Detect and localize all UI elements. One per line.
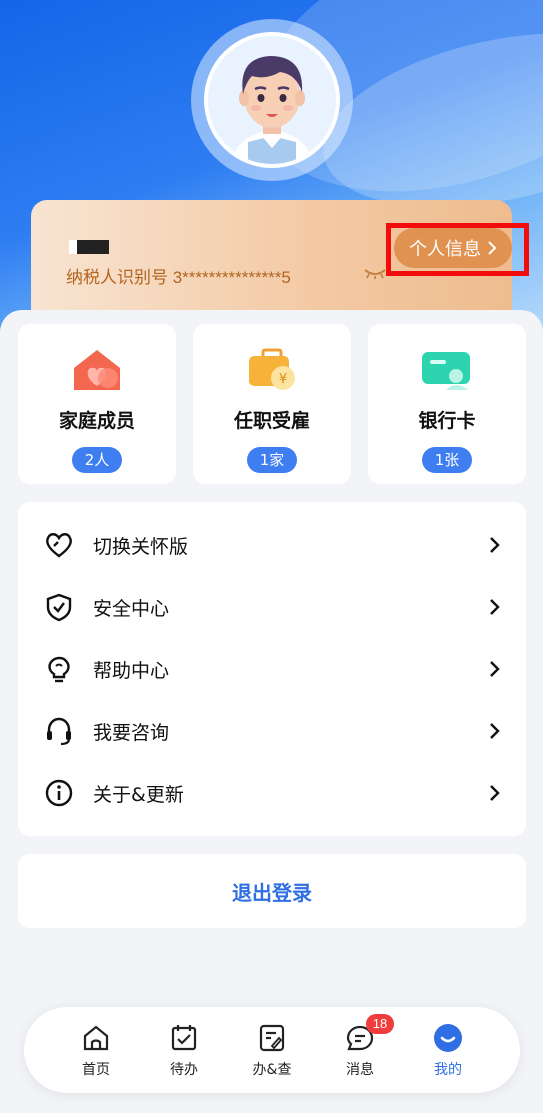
tab-label: 首页 (82, 1062, 110, 1078)
tab-home[interactable]: 首页 (66, 1023, 126, 1083)
menu-item-security-center[interactable]: 安全中心 (18, 576, 526, 638)
shield-check-icon (46, 593, 72, 622)
menu-label: 安全中心 (93, 597, 170, 620)
house-heart-icon (74, 350, 120, 390)
avatar-illustration (208, 36, 336, 164)
tile-title: 任职受雇 (233, 410, 310, 432)
chevron-right-icon (490, 785, 500, 801)
menu-label: 我要咨询 (93, 721, 170, 744)
unread-badge: 18 (366, 1014, 394, 1034)
chevron-right-icon (490, 537, 500, 553)
bottom-tab-bar: 首页 待办 办&查 消息 18 我的 (24, 1007, 520, 1093)
chevron-right-icon (490, 723, 500, 739)
tile-badge: 2人 (71, 447, 123, 473)
bank-card-icon (422, 352, 470, 390)
calendar-check-icon (171, 1025, 197, 1051)
menu-item-care-mode[interactable]: 切换关怀版 (18, 514, 526, 576)
tile-badge: 1家 (246, 447, 298, 473)
avatar[interactable] (204, 32, 340, 168)
tile-title: 家庭成员 (58, 410, 135, 432)
tile-bank-card[interactable]: 银行卡 1张 (368, 324, 526, 484)
home-icon (83, 1025, 109, 1051)
menu-label: 关于&更新 (93, 783, 184, 806)
heart-icon (46, 533, 72, 558)
chevron-right-icon (490, 599, 500, 615)
avatar-ring (191, 19, 353, 181)
briefcase-yuan-icon: ¥ (249, 348, 295, 390)
tile-title: 银行卡 (418, 410, 476, 432)
tab-label: 办&查 (252, 1062, 292, 1078)
menu-item-help-center[interactable]: 帮助中心 (18, 638, 526, 700)
menu-item-consult[interactable]: 我要咨询 (18, 700, 526, 762)
tab-handle-query[interactable]: 办&查 (242, 1023, 302, 1083)
tab-label: 待办 (170, 1062, 198, 1078)
settings-menu: 切换关怀版 安全中心 帮助中心 我要咨询 关于&更新 (18, 502, 526, 836)
highlight-annotation (386, 223, 529, 276)
menu-item-about-update[interactable]: 关于&更新 (18, 762, 526, 824)
masked-name (69, 240, 109, 254)
tab-label: 消息 (346, 1062, 374, 1078)
content-sheet: 家庭成员 2人 ¥ 任职受雇 1家 银行卡 1张 切换关怀版 安全中心 帮助中心… (0, 310, 543, 1113)
logout-button[interactable]: 退出登录 (18, 854, 526, 928)
headset-icon (47, 717, 71, 746)
chevron-right-icon (490, 661, 500, 677)
eye-closed-icon[interactable] (364, 268, 386, 280)
tile-family-members[interactable]: 家庭成员 2人 (18, 324, 176, 484)
menu-label: 切换关怀版 (93, 535, 189, 558)
tab-messages[interactable]: 消息 18 (330, 1014, 394, 1083)
tab-mine[interactable]: 我的 (418, 1023, 478, 1083)
tab-label: 我的 (434, 1062, 462, 1078)
tab-todo[interactable]: 待办 (154, 1023, 214, 1083)
tile-employment[interactable]: ¥ 任职受雇 1家 (193, 324, 351, 484)
menu-label: 帮助中心 (93, 659, 170, 682)
smile-icon (434, 1024, 462, 1052)
quick-tiles: 家庭成员 2人 ¥ 任职受雇 1家 银行卡 1张 (18, 324, 526, 484)
svg-text:¥: ¥ (279, 372, 287, 387)
document-edit-icon (259, 1024, 285, 1052)
taxpayer-id: 纳税人识别号 3***************5 (66, 268, 291, 287)
info-icon (45, 779, 73, 807)
lightbulb-icon (48, 656, 70, 683)
tile-badge: 1张 (421, 447, 473, 473)
